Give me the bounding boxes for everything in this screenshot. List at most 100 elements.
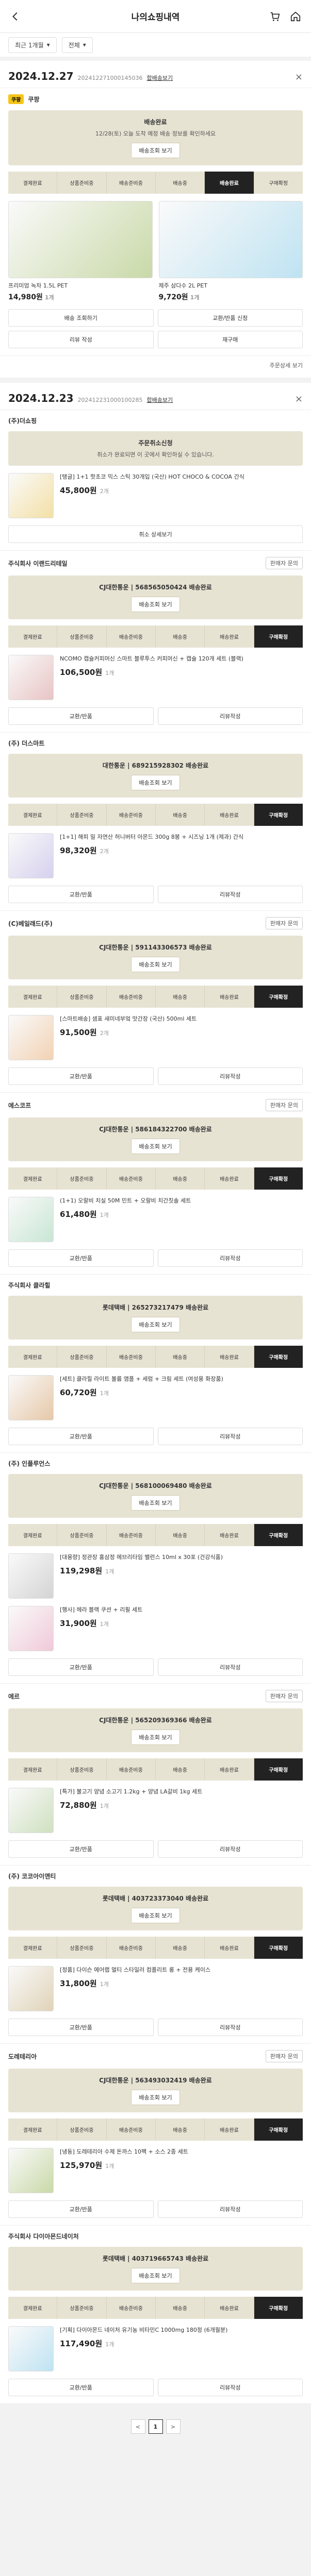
product-thumbnail[interactable] (158, 201, 303, 278)
action-buttons: 교환/반품 리뷰작성 (0, 2019, 311, 2043)
combined-shipping-link[interactable]: 합배송보기 (147, 396, 173, 404)
product-name: [냉동] 도레테리아 수제 돈까스 10팩 + 소스 2종 세트 (60, 2148, 188, 2155)
action-button[interactable]: 교환/반품 (8, 1067, 154, 1085)
action-button[interactable]: 교환/반품 신청 (157, 309, 303, 327)
back-arrow-icon[interactable] (9, 10, 22, 23)
product-row[interactable]: [기획] 다이아몬드 네이처 유기농 비타민C 1000mg 180정 (6개월… (8, 2326, 303, 2371)
product-thumbnail[interactable] (8, 1197, 54, 1242)
product-price: 119,298원 (60, 1566, 103, 1575)
action-button[interactable]: 리뷰작성 (157, 2200, 303, 2218)
product-name: [기획] 다이아몬드 네이처 유기농 비타민C 1000mg 180정 (6개월… (60, 2327, 228, 2333)
track-delivery-button[interactable]: 배송조회 보기 (131, 143, 180, 158)
track-delivery-button[interactable]: 배송조회 보기 (131, 2268, 180, 2283)
cart-icon[interactable] (269, 10, 281, 23)
action-button[interactable]: 리뷰작성 (157, 1249, 303, 1267)
track-delivery-button[interactable]: 배송조회 보기 (131, 1317, 180, 1332)
product-thumbnail[interactable] (8, 1606, 54, 1651)
home-icon[interactable] (289, 10, 302, 23)
action-button[interactable]: 교환/반품 (8, 1658, 154, 1676)
product-thumbnail[interactable] (8, 2148, 54, 2193)
product-thumbnail[interactable] (8, 1015, 54, 1060)
progress-step: 배송중 (156, 2119, 205, 2141)
action-button[interactable]: 교환/반품 (8, 1428, 154, 1445)
product-row[interactable]: [정품] 다이슨 에어랩 멀티 스타일러 컴플리트 롱 + 전용 케이스 31,8… (8, 1966, 303, 2011)
action-button[interactable]: 교환/반품 (8, 1249, 154, 1267)
action-button[interactable]: 재구매 (157, 331, 303, 348)
track-delivery-button[interactable]: 배송조회 보기 (131, 1139, 180, 1154)
product-row[interactable]: [탱글] 1+1 핫초코 믹스 스틱 30개입 (국산) HOT CHOCO &… (8, 473, 303, 518)
product-row[interactable]: [냉동] 도레테리아 수제 돈까스 10팩 + 소스 2종 세트 125,970원… (8, 2148, 303, 2193)
product-price: 72,880원 (60, 1800, 97, 1810)
track-delivery-button[interactable]: 배송조회 보기 (131, 1908, 180, 1923)
track-delivery-button[interactable]: 배송조회 보기 (131, 597, 180, 612)
product-price-row: 125,970원 1개 (60, 2160, 188, 2171)
action-button[interactable]: 교환/반품 (8, 2379, 154, 2396)
action-button[interactable]: 취소 상세보기 (8, 526, 303, 543)
contact-seller-button[interactable]: 판매자 문의 (265, 557, 303, 569)
action-button[interactable]: 리뷰작성 (157, 1840, 303, 1858)
product-thumbnail[interactable] (8, 2326, 54, 2371)
action-button[interactable]: 교환/반품 (8, 1840, 154, 1858)
action-button[interactable]: 교환/반품 (8, 2019, 154, 2036)
product-row[interactable]: [1+1] 해피 밀 자연산 허니버터 아몬드 300g 8봉 + 시즈닝 1개… (8, 833, 303, 878)
track-delivery-button[interactable]: 배송조회 보기 (131, 1495, 180, 1511)
track-delivery-button[interactable]: 배송조회 보기 (131, 957, 180, 972)
quantity: 2개 (100, 848, 109, 855)
product-name: [1+1] 해피 밀 자연산 허니버터 아몬드 300g 8봉 + 시즈닝 1개… (60, 834, 244, 840)
seller-header: (C)베일래드(주) 판매자 문의 (0, 911, 311, 936)
product-card[interactable]: 프리미엄 녹차 1.5L PET 14,980원 1개 (8, 201, 153, 302)
action-button[interactable]: 리뷰작성 (157, 886, 303, 903)
order-detail-link[interactable]: 주문상세 보기 (0, 356, 311, 378)
product-info: NCOMO 캡슐커피머신 스마트 블루투스 커피머신 + 캡슐 120개 세트 … (60, 655, 243, 700)
product-thumbnail[interactable] (8, 1553, 54, 1599)
product-thumbnail[interactable] (8, 833, 54, 878)
current-page-button[interactable]: 1 (148, 2419, 163, 2434)
progress-step: 배송준비중 (107, 1346, 156, 1368)
product-thumbnail[interactable] (8, 201, 153, 278)
contact-seller-button[interactable]: 판매자 문의 (265, 917, 303, 929)
period-filter[interactable]: 최근 1개월 ▾ (8, 37, 57, 53)
progress-step: 상품준비중 (57, 2297, 107, 2319)
product-price-row: 61,480원 1개 (60, 1209, 191, 1219)
contact-seller-button[interactable]: 판매자 문의 (265, 2050, 303, 2062)
action-button[interactable]: 교환/반품 (8, 707, 154, 725)
progress-step: 결제완료 (8, 1524, 58, 1546)
product-row[interactable]: [세트] 클라힐 라이트 볼륨 앰플 + 세럼 + 크림 세트 (여성용 화장품… (8, 1375, 303, 1420)
action-button[interactable]: 교환/반품 (8, 886, 154, 903)
product-thumbnail[interactable] (8, 1788, 54, 1833)
action-button[interactable]: 리뷰작성 (157, 1658, 303, 1676)
product-thumbnail[interactable] (8, 655, 54, 700)
combined-shipping-link[interactable]: 합배송보기 (147, 74, 173, 82)
product-thumbnail[interactable] (8, 473, 54, 518)
action-button[interactable]: 리뷰작성 (157, 1428, 303, 1445)
track-delivery-button[interactable]: 배송조회 보기 (131, 2090, 180, 2105)
next-page-button[interactable]: > (166, 2419, 181, 2434)
action-buttons: 배송 조회하기 교환/반품 신청 리뷰 작성 재구매 (0, 309, 311, 355)
product-row[interactable]: [대용량] 정관장 홍삼정 에브리타임 밸런스 10ml x 30포 (건강식품… (8, 1553, 303, 1599)
action-button[interactable]: 리뷰작성 (157, 2379, 303, 2396)
status-filter[interactable]: 전체 ▾ (61, 37, 93, 53)
track-delivery-button[interactable]: 배송조회 보기 (131, 775, 180, 790)
action-button[interactable]: 리뷰 작성 (8, 331, 154, 348)
product-row[interactable]: (1+1) 오랄비 치실 50M 민트 + 오랄비 치간칫솔 세트 61,480원… (8, 1197, 303, 1242)
action-button[interactable]: 리뷰작성 (157, 2019, 303, 2036)
action-button[interactable]: 리뷰작성 (157, 707, 303, 725)
product-thumbnail[interactable] (8, 1966, 54, 2011)
action-button[interactable]: 교환/반품 (8, 2200, 154, 2218)
track-delivery-button[interactable]: 배송조회 보기 (131, 1730, 180, 1745)
product-row[interactable]: [특가] 불고기 양념 소고기 1.2kg + 양념 LA갈비 1kg 세트 72… (8, 1788, 303, 1833)
product-row[interactable]: [스마트배송] 샘표 새미네부엌 맛간장 (국산) 500ml 세트 91,500… (8, 1015, 303, 1060)
product-row[interactable]: [행사] 헤라 블랙 쿠션 + 리필 세트 31,900원 1개 (8, 1606, 303, 1651)
product-thumbnail[interactable] (8, 1375, 54, 1420)
action-button[interactable]: 리뷰작성 (157, 1067, 303, 1085)
prev-page-button[interactable]: < (130, 2419, 145, 2434)
order-card: 2024.12.23 202412231000100285 합배송보기 × (주)더쇼핑… (0, 383, 311, 2404)
product-price-row: 72,880원 1개 (60, 1800, 202, 1810)
product-row[interactable]: NCOMO 캡슐커피머신 스마트 블루투스 커피머신 + 캡슐 120개 세트 … (8, 655, 303, 700)
contact-seller-button[interactable]: 판매자 문의 (265, 1690, 303, 1702)
close-icon[interactable]: × (295, 72, 303, 82)
action-button[interactable]: 배송 조회하기 (8, 309, 154, 327)
close-icon[interactable]: × (295, 394, 303, 404)
product-card[interactable]: 제주 삼다수 2L PET 9,720원 1개 (158, 201, 303, 302)
contact-seller-button[interactable]: 판매자 문의 (265, 1099, 303, 1111)
